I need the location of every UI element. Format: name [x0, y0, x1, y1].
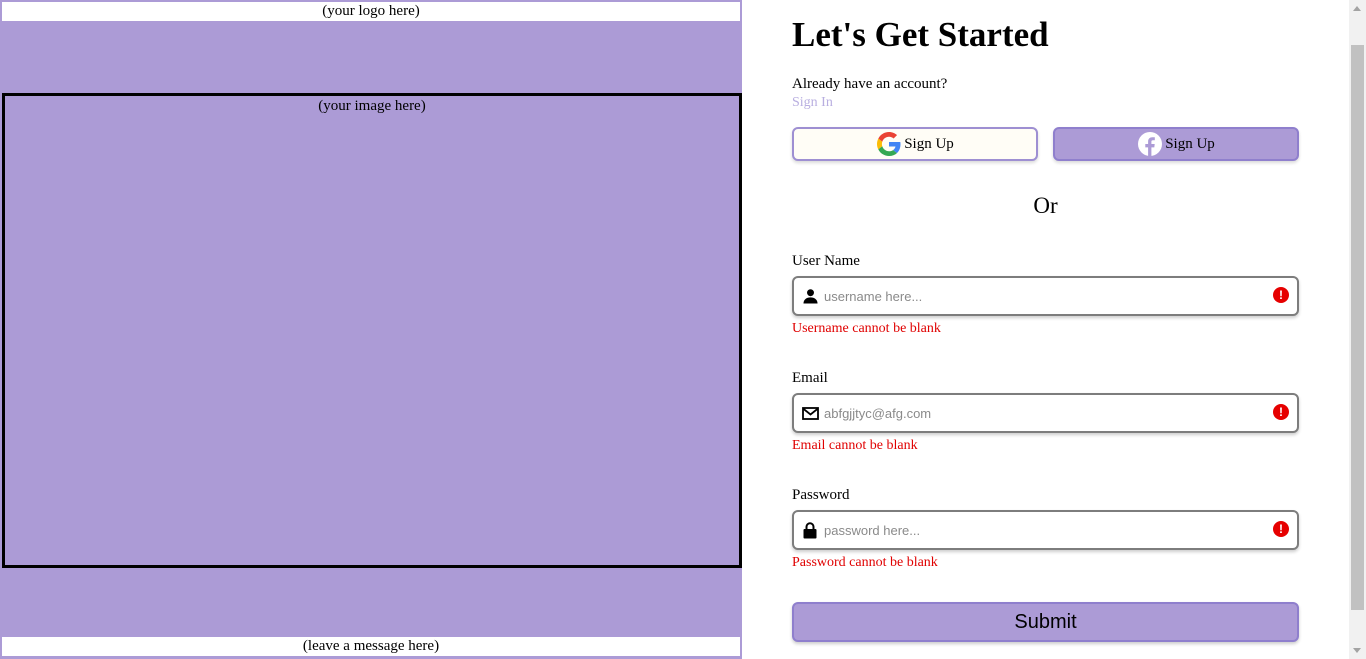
username-error-icon: !: [1273, 287, 1289, 303]
vertical-scrollbar[interactable]: [1349, 0, 1366, 659]
password-label: Password: [792, 487, 850, 503]
scroll-thumb[interactable]: [1351, 45, 1364, 610]
or-divider: Or: [1033, 193, 1058, 218]
signup-form-panel: Let's Get Started Already have an accoun…: [742, 0, 1349, 659]
already-account-text: Already have an account?: [792, 76, 948, 92]
email-field: !: [792, 393, 1299, 433]
page-title: Let's Get Started: [792, 15, 1049, 54]
username-label: User Name: [792, 253, 860, 269]
facebook-icon: [1137, 131, 1163, 157]
facebook-signup-label: Sign Up: [1165, 135, 1215, 152]
scroll-down-arrow-icon[interactable]: [1353, 648, 1361, 653]
scroll-up-arrow-icon[interactable]: [1353, 6, 1361, 11]
google-icon: [876, 131, 902, 157]
user-icon: [801, 285, 819, 307]
google-signup-label: Sign Up: [904, 135, 954, 152]
email-error-message: Email cannot be blank: [792, 438, 918, 453]
email-label: Email: [792, 370, 828, 386]
lock-icon: [801, 519, 819, 541]
envelope-icon: [801, 402, 819, 424]
username-input[interactable]: [824, 282, 1264, 310]
password-error-icon: !: [1273, 521, 1289, 537]
image-placeholder: (your image here): [2, 93, 742, 568]
email-error-icon: !: [1273, 404, 1289, 420]
password-input[interactable]: [824, 516, 1264, 544]
password-field: !: [792, 510, 1299, 550]
password-error-message: Password cannot be blank: [792, 555, 938, 570]
page: (your logo here) (your image here) (leav…: [0, 0, 1366, 659]
submit-button[interactable]: Submit: [792, 602, 1299, 642]
left-panel: (your logo here) (your image here) (leav…: [0, 0, 742, 659]
email-input[interactable]: [824, 399, 1264, 427]
username-error-message: Username cannot be blank: [792, 321, 941, 336]
sign-in-link[interactable]: Sign In: [792, 94, 833, 112]
facebook-signup-button[interactable]: Sign Up: [1053, 127, 1299, 161]
username-field: !: [792, 276, 1299, 316]
message-placeholder: (leave a message here): [2, 637, 740, 656]
logo-placeholder: (your logo here): [2, 2, 740, 21]
google-signup-button[interactable]: Sign Up: [792, 127, 1038, 161]
